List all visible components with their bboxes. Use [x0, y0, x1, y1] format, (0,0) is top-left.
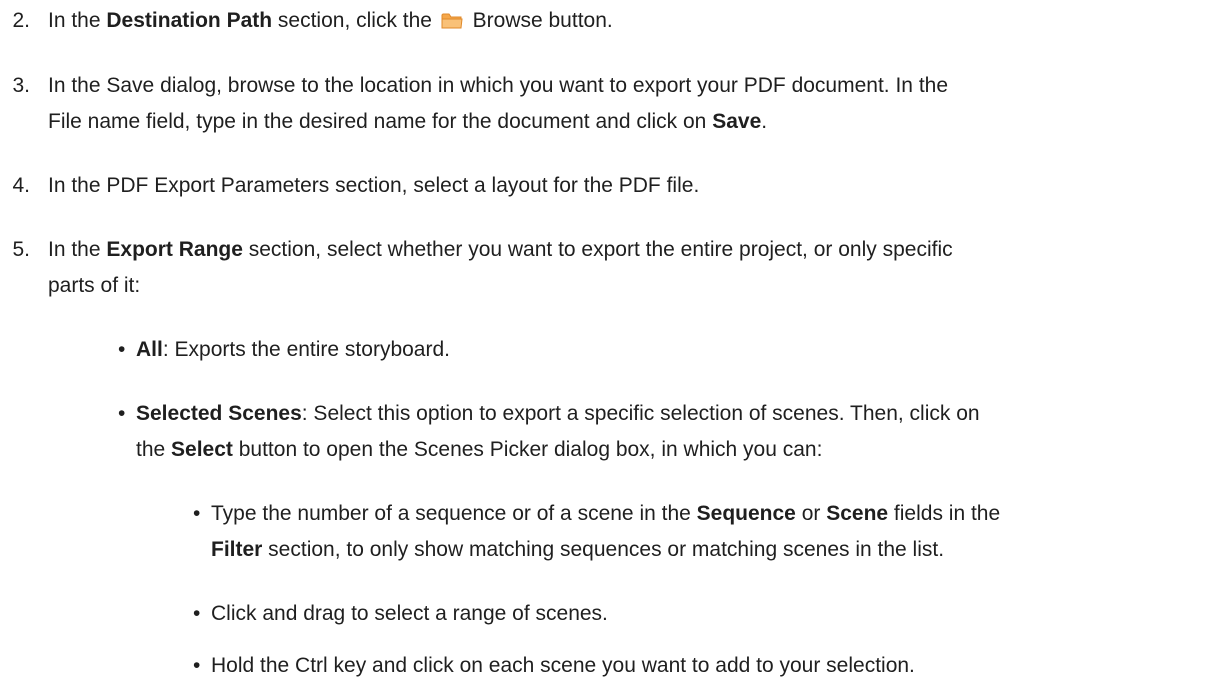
bullet-icon: •	[118, 338, 126, 361]
step-number: 4.	[12, 174, 30, 197]
step-number: 2.	[12, 9, 30, 32]
bullet-icon: •	[118, 402, 126, 425]
folder-icon	[441, 10, 463, 38]
bullet-icon: •	[193, 654, 201, 677]
bullet-icon: •	[193, 602, 201, 625]
step-number: 5.	[12, 238, 30, 261]
document: 2. In the Destination Path section, clic…	[0, 0, 1212, 684]
step-number: 3.	[12, 74, 30, 97]
bullet-icon: •	[193, 502, 201, 525]
